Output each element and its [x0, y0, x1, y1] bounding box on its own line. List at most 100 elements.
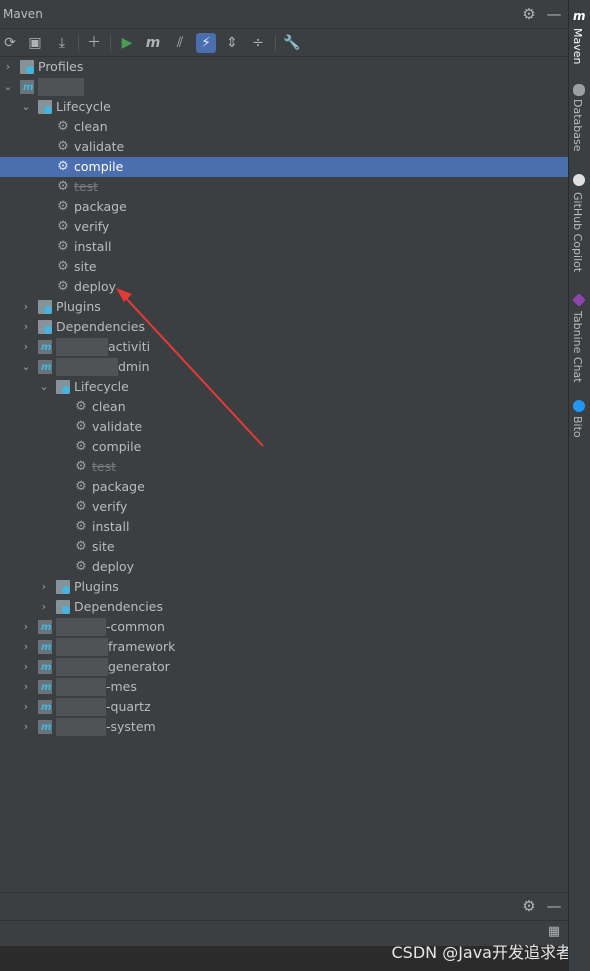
goal-label: compile	[92, 439, 142, 454]
gear-icon[interactable]: ⚙	[520, 897, 538, 915]
goal-deploy[interactable]: ⚙ deploy	[0, 277, 568, 297]
gear-icon: ⚙	[57, 119, 69, 134]
toolbar-separator	[275, 35, 276, 51]
tree-node-dependencies[interactable]: › Dependencies	[0, 597, 568, 617]
goal-label: validate	[74, 139, 125, 154]
goal-verify[interactable]: ⚙ verify	[0, 497, 568, 517]
tree-node-module[interactable]: › -common	[0, 617, 568, 637]
chevron-right-icon[interactable]: ›	[20, 660, 32, 674]
collapse-all-icon[interactable]: ÷	[248, 33, 268, 53]
chevron-right-icon[interactable]: ›	[20, 720, 32, 734]
download-icon[interactable]: ⤓	[52, 33, 72, 53]
redacted-module-name	[56, 358, 118, 376]
chevron-right-icon[interactable]: ›	[20, 620, 32, 634]
settings-wrench-icon[interactable]: 🔧	[282, 33, 302, 53]
tree-node-dependencies[interactable]: › Dependencies	[0, 317, 568, 337]
chevron-right-icon[interactable]: ›	[20, 320, 32, 334]
goal-label: site	[74, 259, 97, 274]
goal-validate[interactable]: ⚙ validate	[0, 417, 568, 437]
maven-project-icon	[38, 620, 52, 634]
tab-database[interactable]: Database	[571, 99, 584, 152]
chevron-right-icon[interactable]: ›	[38, 600, 50, 614]
tree-node-root-project[interactable]: ⌄	[0, 77, 568, 97]
tree-node-profiles[interactable]: › Profiles	[0, 57, 568, 77]
goal-test[interactable]: ⚙ test	[0, 177, 568, 197]
dependencies-folder-icon	[38, 320, 52, 334]
chevron-right-icon[interactable]: ›	[20, 300, 32, 314]
goal-package[interactable]: ⚙ package	[0, 197, 568, 217]
gear-icon: ⚙	[75, 499, 87, 514]
node-label: activiti	[108, 339, 151, 354]
gear-icon[interactable]: ⚙	[520, 5, 538, 23]
skip-tests-icon[interactable]: ⚡	[196, 33, 216, 53]
redacted-module-name	[56, 338, 108, 356]
chevron-down-icon[interactable]: ⌄	[38, 380, 50, 394]
goal-install[interactable]: ⚙ install	[0, 517, 568, 537]
chevron-down-icon[interactable]: ⌄	[2, 80, 14, 94]
tab-maven[interactable]: Maven	[571, 28, 584, 64]
chevron-right-icon[interactable]: ›	[20, 340, 32, 354]
goal-compile[interactable]: ⚙ compile	[0, 437, 568, 457]
reload-icon[interactable]: ⟳	[0, 33, 20, 53]
goal-label: install	[92, 519, 130, 534]
expand-all-icon[interactable]: ⇕	[222, 33, 242, 53]
goal-label: verify	[74, 219, 110, 234]
tree-node-lifecycle[interactable]: ⌄ Lifecycle	[0, 97, 568, 117]
tree-node-lifecycle[interactable]: ⌄ Lifecycle	[0, 377, 568, 397]
tabnine-icon	[572, 293, 586, 307]
goal-deploy[interactable]: ⚙ deploy	[0, 557, 568, 577]
goal-label: compile	[74, 159, 124, 174]
lifecycle-folder-icon	[56, 380, 70, 394]
chevron-down-icon[interactable]: ⌄	[20, 360, 32, 374]
database-icon	[573, 84, 585, 96]
tree-node-module[interactable]: › activiti	[0, 337, 568, 357]
goal-label: verify	[92, 499, 128, 514]
gear-icon: ⚙	[75, 559, 87, 574]
bottom-panel-header: ⚙ —	[0, 892, 568, 920]
gear-icon: ⚙	[57, 279, 69, 294]
tree-node-module[interactable]: › generator	[0, 657, 568, 677]
chevron-right-icon[interactable]: ›	[20, 640, 32, 654]
plugins-folder-icon	[56, 580, 70, 594]
goal-install[interactable]: ⚙ install	[0, 237, 568, 257]
chevron-right-icon[interactable]: ›	[38, 580, 50, 594]
tree-node-module[interactable]: › framework	[0, 637, 568, 657]
goal-clean[interactable]: ⚙ clean	[0, 397, 568, 417]
gear-icon: ⚙	[75, 459, 87, 474]
minimize-icon[interactable]: —	[545, 5, 563, 23]
toolbar-separator	[110, 35, 111, 51]
goal-validate[interactable]: ⚙ validate	[0, 137, 568, 157]
goal-clean[interactable]: ⚙ clean	[0, 117, 568, 137]
tab-github-copilot[interactable]: GitHub Copilot	[571, 192, 584, 272]
tab-tabnine-chat[interactable]: Tabnine Chat	[571, 311, 584, 383]
goal-site[interactable]: ⚙ site	[0, 257, 568, 277]
goal-compile[interactable]: ⚙ compile	[0, 157, 568, 177]
right-tool-strip: m Maven Database GitHub Copilot Tabnine …	[568, 0, 590, 971]
goal-package[interactable]: ⚙ package	[0, 477, 568, 497]
tab-bito[interactable]: Bito	[571, 416, 584, 438]
tree-node-module[interactable]: ⌄ dmin	[0, 357, 568, 377]
tree-node-module[interactable]: › -quartz	[0, 697, 568, 717]
node-label: Lifecycle	[74, 379, 129, 394]
goal-site[interactable]: ⚙ site	[0, 537, 568, 557]
minimize-icon[interactable]: —	[545, 897, 563, 915]
goal-label: validate	[92, 419, 143, 434]
tree-node-plugins[interactable]: › Plugins	[0, 577, 568, 597]
toggle-offline-icon[interactable]: ⫽	[170, 33, 190, 53]
run-icon[interactable]: ▶	[117, 33, 137, 53]
add-icon[interactable]: ＋	[84, 33, 104, 53]
chevron-right-icon[interactable]: ›	[20, 680, 32, 694]
chevron-right-icon[interactable]: ›	[2, 60, 14, 74]
goal-verify[interactable]: ⚙ verify	[0, 217, 568, 237]
node-label: Plugins	[74, 579, 119, 594]
tree-node-plugins[interactable]: › Plugins	[0, 297, 568, 317]
chevron-right-icon[interactable]: ›	[20, 700, 32, 714]
tree-node-module[interactable]: › -system	[0, 717, 568, 737]
tree-node-module[interactable]: › -mes	[0, 677, 568, 697]
maven-goal-icon[interactable]: m	[143, 33, 163, 53]
goal-test[interactable]: ⚙ test	[0, 457, 568, 477]
bito-icon	[573, 400, 585, 412]
chevron-down-icon[interactable]: ⌄	[20, 100, 32, 114]
goal-label: test	[74, 179, 99, 194]
add-project-icon[interactable]: ▣	[25, 33, 45, 53]
